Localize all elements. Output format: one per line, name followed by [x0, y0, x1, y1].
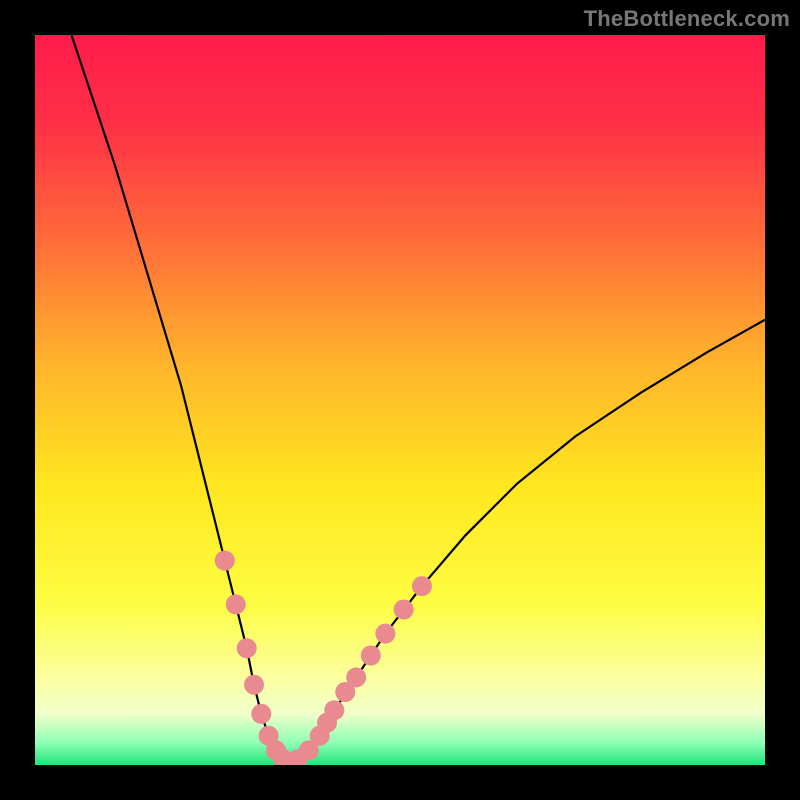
highlight-dot: [215, 551, 235, 571]
highlight-dot: [226, 594, 246, 614]
highlight-dot: [412, 576, 432, 596]
chart-container: TheBottleneck.com: [0, 0, 800, 800]
highlight-dot: [324, 700, 344, 720]
chart-svg: [35, 35, 765, 765]
highlight-dot: [244, 675, 264, 695]
highlight-dot: [346, 667, 366, 687]
plot-area: [35, 35, 765, 765]
highlight-dot: [394, 600, 414, 620]
watermark-text: TheBottleneck.com: [584, 6, 790, 32]
highlight-dot: [237, 638, 257, 658]
highlight-dot: [361, 646, 381, 666]
highlight-dot: [251, 704, 271, 724]
highlight-dot: [375, 624, 395, 644]
gradient-background: [35, 35, 765, 765]
